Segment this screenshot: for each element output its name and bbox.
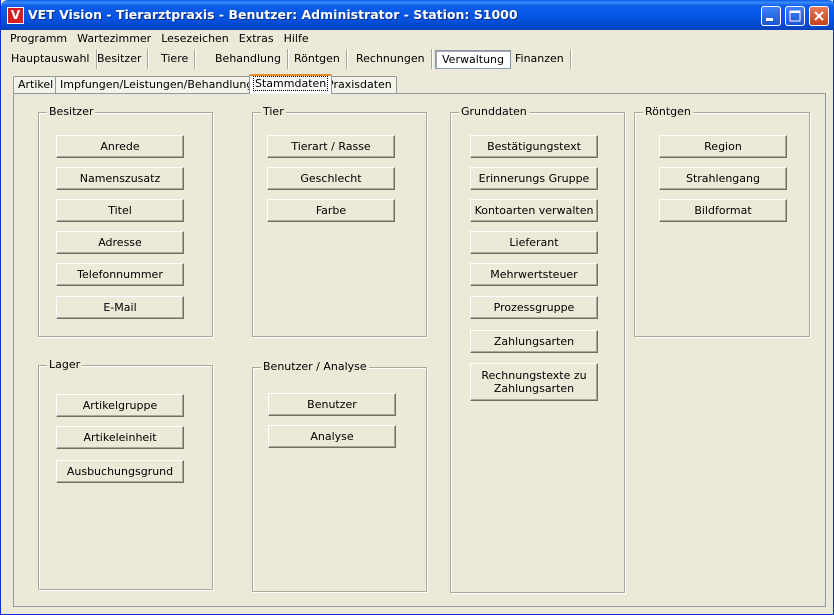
group-roentgen-title: Röntgen — [643, 105, 693, 118]
bildformat-button[interactable]: Bildformat — [659, 199, 787, 222]
artikelgruppe-button[interactable]: Artikelgruppe — [56, 394, 184, 417]
vet-vision-app-icon: V — [7, 7, 24, 24]
titel-button[interactable]: Titel — [56, 199, 184, 222]
group-besitzer-title: Besitzer — [47, 105, 96, 118]
title-bar[interactable]: V VET Vision - Tierarztpraxis - Benutzer… — [1, 0, 834, 30]
group-benutzer-analyse: Benutzer / Analyse Benutzer Analyse — [252, 360, 427, 592]
group-lager-title: Lager — [47, 358, 83, 371]
menu-bar: Programm Wartezimmer Lesezeichen Extras Hilf… — [5, 31, 314, 48]
close-icon — [814, 11, 824, 21]
bestaetigungstext-button[interactable]: Bestätigungstext — [470, 135, 598, 158]
tab-rechnungen[interactable]: Rechnungen — [350, 49, 432, 69]
group-tier: Tier Tierart / Rasse Geschlecht Farbe — [252, 105, 427, 337]
menu-lesezeichen[interactable]: Lesezeichen — [156, 31, 234, 45]
group-grunddaten-title: Grunddaten — [459, 105, 529, 118]
farbe-button[interactable]: Farbe — [267, 199, 395, 222]
window-title: VET Vision - Tierarztpraxis - Benutzer: … — [28, 7, 518, 22]
app-window: V VET Vision - Tierarztpraxis - Benutzer… — [0, 0, 834, 615]
group-besitzer: Besitzer Anrede Namenszusatz Titel Adres… — [38, 105, 213, 337]
subtab-stammdaten[interactable]: Stammdaten — [249, 74, 333, 94]
benutzer-button[interactable]: Benutzer — [268, 393, 396, 416]
namenszusatz-button[interactable]: Namenszusatz — [56, 167, 184, 190]
tab-tiere[interactable]: Tiere — [155, 49, 196, 69]
group-roentgen: Röntgen Region Strahlengang Bildformat — [634, 105, 810, 337]
subtab-impfungen[interactable]: Impfungen/Leistungen/Behandlungen — [55, 76, 273, 93]
group-grunddaten: Grunddaten Bestätigungstext Erinnerungs … — [450, 105, 625, 593]
lieferant-button[interactable]: Lieferant — [470, 231, 598, 254]
menu-hilfe[interactable]: Hilfe — [279, 31, 314, 45]
group-benutzer-analyse-title: Benutzer / Analyse — [261, 360, 369, 373]
subtab-artikel[interactable]: Artikel — [13, 76, 59, 93]
tab-hauptauswahl[interactable]: Hauptauswahl — [5, 49, 97, 69]
telefonnummer-button[interactable]: Telefonnummer — [56, 263, 184, 286]
anrede-button[interactable]: Anrede — [56, 135, 184, 158]
subtab-praxisdaten[interactable]: Praxisdaten — [322, 76, 397, 93]
strahlengang-button[interactable]: Strahlengang — [659, 167, 787, 190]
region-button[interactable]: Region — [659, 135, 787, 158]
ausbuchungsgrund-button[interactable]: Ausbuchungsgrund — [56, 460, 184, 483]
prozessgruppe-button[interactable]: Prozessgruppe — [470, 296, 598, 319]
subtab-stammdaten-label: Stammdaten — [252, 76, 329, 91]
minimize-icon — [766, 18, 773, 21]
tab-finanzen[interactable]: Finanzen — [509, 49, 571, 69]
maximize-icon — [789, 10, 801, 22]
analyse-button[interactable]: Analyse — [268, 425, 396, 448]
geschlecht-button[interactable]: Geschlecht — [267, 167, 395, 190]
adresse-button[interactable]: Adresse — [56, 231, 184, 254]
group-lager: Lager Artikelgruppe Artikeleinheit Ausbu… — [38, 358, 213, 590]
artikeleinheit-button[interactable]: Artikeleinheit — [56, 426, 184, 449]
tab-verwaltung[interactable]: Verwaltung — [435, 50, 511, 69]
stammdaten-panel: Besitzer Anrede Namenszusatz Titel Adres… — [13, 93, 826, 607]
menu-extras[interactable]: Extras — [234, 31, 279, 45]
email-button[interactable]: E-Mail — [56, 296, 184, 319]
tierart-rasse-button[interactable]: Tierart / Rasse — [267, 135, 395, 158]
mehrwertsteuer-button[interactable]: Mehrwertsteuer — [470, 263, 598, 286]
minimize-button[interactable] — [761, 6, 781, 26]
tab-behandlung[interactable]: Behandlung — [209, 49, 288, 69]
erinnerungs-gruppe-button[interactable]: Erinnerungs Gruppe — [470, 167, 598, 190]
close-button[interactable] — [809, 6, 829, 26]
menu-programm[interactable]: Programm — [5, 31, 72, 45]
tab-roentgen[interactable]: Röntgen — [288, 49, 347, 69]
kontoarten-verwalten-button[interactable]: Kontoarten verwalten — [470, 199, 598, 222]
maximize-button[interactable] — [785, 6, 805, 26]
zahlungsarten-button[interactable]: Zahlungsarten — [470, 330, 598, 353]
rechnungstexte-button[interactable]: Rechnungstexte zu Zahlungsarten — [470, 363, 598, 401]
menu-wartezimmer[interactable]: Wartezimmer — [72, 31, 156, 45]
group-tier-title: Tier — [261, 105, 286, 118]
tab-besitzer[interactable]: Besitzer — [91, 49, 149, 69]
